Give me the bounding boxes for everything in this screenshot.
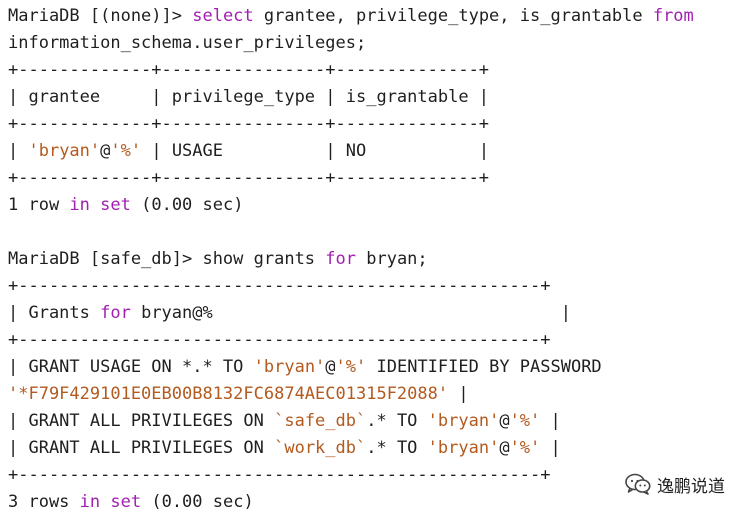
terminal-text-segment: .* TO: [366, 438, 428, 458]
terminal-line: 3 rows in set (0.00 sec): [8, 489, 254, 516]
terminal-text-segment: | GRANT ALL PRIVILEGES ON: [8, 411, 275, 431]
terminal-text-segment: 'bryan': [427, 438, 500, 458]
terminal-output: MariaDB [(none)]> select grantee, privil…: [0, 0, 751, 518]
terminal-line: +---------------------------------------…: [8, 327, 550, 354]
terminal-line: '*F79F429101E0EB00B8132FC6874AEC01315F20…: [8, 381, 469, 408]
terminal-line: | Grants for bryan@% |: [8, 300, 571, 327]
terminal-text-segment: in: [69, 195, 90, 215]
terminal-text-segment: 'bryan': [253, 357, 326, 377]
terminal-text-segment: +---------------------------------------…: [8, 465, 551, 485]
terminal-line: +---------------------------------------…: [8, 273, 550, 300]
terminal-text-segment: (0.00 sec): [130, 195, 244, 215]
terminal-line: information_schema.user_privileges;: [8, 30, 366, 57]
terminal-text-segment: 3 rows: [8, 492, 80, 512]
terminal-text-segment: for: [100, 303, 131, 323]
terminal-line: | 'bryan'@'%' | USAGE | NO |: [8, 138, 489, 165]
terminal-text-segment: `work_db`: [274, 438, 367, 458]
terminal-line: +-------------+----------------+--------…: [8, 57, 489, 84]
terminal-text-segment: @: [325, 357, 336, 377]
terminal-line: | GRANT ALL PRIVILEGES ON `work_db`.* TO…: [8, 435, 561, 462]
terminal-text-segment: +---------------------------------------…: [8, 330, 551, 350]
terminal-text-segment: grantee, privilege_type, is_grantable: [253, 6, 653, 26]
terminal-line: | GRANT USAGE ON *.* TO 'bryan'@'%' IDEN…: [8, 354, 602, 381]
terminal-text-segment: | Grants: [8, 303, 101, 323]
terminal-text-segment: |: [540, 438, 561, 458]
terminal-text-segment: @: [499, 438, 510, 458]
terminal-line: +-------------+----------------+--------…: [8, 165, 489, 192]
terminal-line: 1 row in set (0.00 sec): [8, 192, 243, 219]
terminal-line: | grantee | privilege_type | is_grantabl…: [8, 84, 489, 111]
terminal-text-segment: MariaDB [(none)]>: [8, 6, 193, 26]
terminal-text-segment: @: [499, 411, 510, 431]
watermark: 逸鹏说道: [625, 471, 725, 497]
terminal-text-segment: +-------------+----------------+--------…: [8, 168, 490, 188]
terminal-text-segment: |: [8, 141, 29, 161]
terminal-text-segment: set: [100, 195, 131, 215]
terminal-text-segment: 'bryan': [28, 141, 101, 161]
terminal-text-segment: bryan;: [356, 249, 428, 269]
terminal-line: +---------------------------------------…: [8, 462, 550, 489]
terminal-text-segment: | USAGE | NO |: [141, 141, 490, 161]
terminal-line: +-------------+----------------+--------…: [8, 111, 489, 138]
terminal-text-segment: '%': [110, 141, 142, 161]
terminal-text-segment: set: [110, 492, 142, 512]
terminal-text-segment: |: [448, 384, 469, 404]
terminal-text-segment: +---------------------------------------…: [8, 276, 551, 296]
terminal-text-segment: +-------------+----------------+--------…: [8, 60, 490, 80]
terminal-text-segment: from: [652, 6, 694, 26]
wechat-icon: [625, 473, 651, 495]
terminal-text-segment: 1 row: [8, 195, 70, 215]
terminal-text-segment: MariaDB [safe_db]> show grants: [8, 249, 326, 269]
terminal-text-segment: '*F79F429101E0EB00B8132FC6874AEC01315F20…: [8, 384, 449, 404]
terminal-text-segment: select: [192, 6, 254, 26]
terminal-text-segment: in: [79, 492, 101, 512]
terminal-text-segment: information_schema.user_privileges;: [8, 33, 367, 53]
terminal-text-segment: IDENTIFIED BY PASSWORD: [366, 357, 602, 377]
terminal-text-segment: +-------------+----------------+--------…: [8, 114, 490, 134]
terminal-text-segment: `safe_db`: [274, 411, 367, 431]
terminal-text-segment: | GRANT ALL PRIVILEGES ON: [8, 438, 275, 458]
terminal-text-segment: 'bryan': [427, 411, 500, 431]
terminal-text-segment: '%': [509, 438, 541, 458]
terminal-text-segment: '%': [509, 411, 541, 431]
terminal-text-segment: @: [100, 141, 111, 161]
terminal-text-segment: '%': [335, 357, 367, 377]
terminal-line: MariaDB [safe_db]> show grants for bryan…: [8, 246, 428, 273]
terminal-text-segment: |: [540, 411, 561, 431]
terminal-text-segment: .* TO: [366, 411, 428, 431]
terminal-text-segment: (0.00 sec): [141, 492, 254, 512]
terminal-line: MariaDB [(none)]> select grantee, privil…: [8, 3, 694, 30]
watermark-text: 逸鹏说道: [657, 476, 725, 497]
terminal-text-segment: | grantee | privilege_type | is_grantabl…: [8, 87, 490, 107]
terminal-line: | GRANT ALL PRIVILEGES ON `safe_db`.* TO…: [8, 408, 561, 435]
terminal-text-segment: bryan@% |: [130, 303, 571, 323]
terminal-text-segment: for: [325, 249, 356, 269]
terminal-text-segment: | GRANT USAGE ON *.* TO: [8, 357, 254, 377]
